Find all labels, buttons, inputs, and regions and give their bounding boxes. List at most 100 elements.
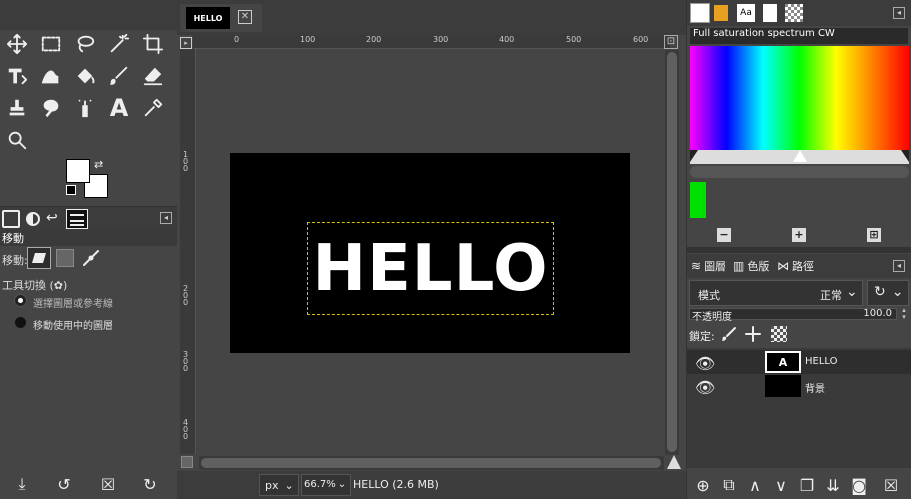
image-menu-icon[interactable]: ▸ — [180, 37, 192, 49]
bucket-fill-tool-icon[interactable] — [70, 62, 100, 90]
tab-layers[interactable]: ≋ 圖層 — [691, 257, 726, 275]
new-layer-group-icon[interactable]: ⧉ — [719, 475, 739, 495]
duplicate-layer-icon[interactable]: ❐ — [797, 475, 817, 495]
swap-colors-icon[interactable]: ⇄ — [94, 158, 103, 171]
layers-dock-tabs: ≋ 圖層 ▥ 色版 ⋈ 路徑 ◂ — [687, 254, 911, 278]
zoom-tool-icon[interactable] — [2, 126, 32, 154]
eye-icon[interactable]: 👁 — [695, 354, 715, 373]
layers-list[interactable]: 👁 A HELLO 👁 背景 — [687, 348, 911, 468]
raise-layer-icon[interactable]: ∧ — [745, 475, 765, 495]
image-tab[interactable]: HELLO ✕ — [180, 4, 262, 32]
document-history-tab-icon[interactable] — [763, 4, 777, 22]
color-picker-tool-icon[interactable] — [138, 94, 168, 122]
transform-tool-icon[interactable] — [2, 62, 32, 90]
radio-pick-layer[interactable] — [14, 294, 27, 307]
zoom-out-icon[interactable]: − — [717, 228, 731, 242]
unit-selector[interactable]: px ⌄ — [259, 474, 299, 496]
move-path-mode-button[interactable] — [82, 249, 100, 267]
mid-stop-icon[interactable] — [793, 150, 807, 162]
move-tool-icon[interactable] — [2, 30, 32, 58]
images-tab-icon[interactable] — [66, 209, 88, 229]
fg-color-swatch[interactable] — [690, 182, 706, 218]
merge-layer-icon[interactable]: ⇊ — [823, 475, 843, 495]
restore-options-icon[interactable]: ↺ — [54, 474, 74, 494]
status-bar: px ⌄ 66.7% ⌄ HELLO (2.6 MB) — [177, 471, 686, 499]
right-dock: Aa ◂ Full saturation spectrum CW − + ⊞ ≋… — [686, 0, 911, 499]
tab-channels[interactable]: ▥ 色版 — [733, 257, 769, 275]
dock-separator[interactable] — [687, 247, 911, 253]
opacity-spinner[interactable]: ▴ ▾ — [899, 307, 909, 321]
layer-row-background[interactable]: 👁 背景 — [687, 374, 911, 398]
eye-icon[interactable]: 👁 — [695, 378, 715, 397]
ruler-tick-100: 100 — [300, 35, 316, 44]
vertical-scrollbar-thumb[interactable] — [667, 52, 677, 452]
tool-options-tab-icon[interactable] — [2, 210, 20, 228]
paintbrush-tool-icon[interactable] — [104, 62, 134, 90]
smudge-tool-icon[interactable] — [36, 94, 66, 122]
navigate-icon[interactable] — [667, 455, 681, 469]
ruler-tick-300: 300 — [433, 35, 449, 44]
zoom-image-when-resize-icon[interactable]: ⊡ — [664, 35, 678, 49]
quick-mask-toggle[interactable] — [181, 456, 193, 468]
gradient-preview[interactable] — [690, 46, 909, 150]
text-tool-icon[interactable]: A — [104, 94, 134, 122]
vertical-scrollbar[interactable] — [665, 50, 679, 455]
reset-colors-icon[interactable] — [66, 185, 76, 195]
composite-mode-selector[interactable]: ↻ ⌄ — [867, 280, 909, 306]
canvas-hello-text: HELLO — [312, 231, 549, 306]
right-stop-icon[interactable] — [901, 150, 909, 162]
move-layer-mode-button[interactable] — [27, 247, 51, 269]
tool-options-footer: ⤓ ↺ ☒ ↻ — [0, 470, 177, 499]
opacity-label: 不透明度 — [692, 312, 732, 323]
crop-tool-icon[interactable] — [138, 30, 168, 58]
reset-options-icon[interactable]: ↻ — [140, 474, 160, 494]
dock-menu-icon[interactable]: ◂ — [160, 212, 172, 224]
brushes-tab-icon[interactable] — [690, 3, 710, 23]
mode-selector[interactable]: 模式 正常 ⌄ — [689, 280, 863, 306]
zoom-fit-icon[interactable]: ⊞ — [867, 228, 881, 242]
delete-options-icon[interactable]: ☒ — [98, 474, 118, 494]
gradients-tab-icon[interactable] — [785, 4, 803, 22]
vertical-ruler[interactable]: 1 0 0 2 0 0 3 0 0 4 0 0 — [180, 49, 196, 454]
close-tab-icon[interactable]: ✕ — [238, 10, 252, 24]
horizontal-scrollbar-thumb[interactable] — [201, 458, 661, 468]
lock-position-icon[interactable] — [745, 326, 761, 342]
patterns-tab-icon[interactable] — [714, 5, 728, 21]
fonts-tab-icon[interactable]: Aa — [737, 4, 755, 22]
gradient-stops-bar[interactable] — [690, 150, 909, 164]
clone-tool-icon[interactable] — [2, 94, 32, 122]
horizontal-scrollbar[interactable] — [199, 456, 664, 470]
toolbox-header — [0, 0, 177, 30]
tab-paths[interactable]: ⋈ 路徑 — [777, 257, 814, 275]
eraser-tool-icon[interactable] — [138, 62, 168, 90]
horizontal-ruler[interactable]: 0 100 200 300 400 500 600 — [193, 35, 670, 49]
path-mode-icon — [83, 250, 99, 266]
lasso-tool-icon[interactable] — [70, 30, 100, 58]
radio-move-active[interactable] — [14, 316, 27, 329]
lock-alpha-icon[interactable] — [771, 326, 787, 342]
move-selection-mode-button[interactable] — [56, 249, 74, 267]
lower-layer-icon[interactable]: ∨ — [771, 475, 791, 495]
image-canvas[interactable]: HELLO — [230, 153, 630, 353]
canvas-viewport[interactable]: HELLO — [197, 50, 665, 454]
zoom-selector[interactable]: 66.7% ⌄ — [301, 474, 351, 496]
left-stop-icon[interactable] — [690, 150, 698, 162]
toolbox-panel: A ⇄ ↩ ◂ 移動 移動: 工具切換 (✿) 選擇圖層或參考線 移動使用中的圖… — [0, 0, 177, 499]
airbrush-tool-icon[interactable] — [70, 94, 100, 122]
fuzzy-select-tool-icon[interactable] — [104, 30, 134, 58]
rect-select-tool-icon[interactable] — [36, 30, 66, 58]
save-options-icon[interactable]: ⤓ — [12, 474, 32, 494]
dock-menu-icon[interactable]: ◂ — [893, 7, 905, 19]
layer-row-hello[interactable]: 👁 A HELLO — [687, 350, 911, 374]
device-status-tab-icon[interactable] — [24, 210, 42, 228]
dock-menu-icon[interactable]: ◂ — [893, 260, 905, 272]
layer-mask-icon[interactable]: ◙ — [849, 475, 869, 495]
lock-pixels-icon[interactable] — [721, 326, 737, 342]
delete-layer-icon[interactable]: ☒ — [881, 475, 901, 495]
new-layer-icon[interactable]: ⊕ — [693, 475, 713, 495]
gradient-scroll[interactable] — [690, 166, 909, 178]
undo-history-tab-icon[interactable]: ↩ — [46, 210, 64, 228]
warp-tool-icon[interactable] — [36, 62, 66, 90]
zoom-in-icon[interactable]: + — [792, 228, 806, 242]
opacity-slider[interactable]: 不透明度 100.0 — [689, 308, 897, 323]
